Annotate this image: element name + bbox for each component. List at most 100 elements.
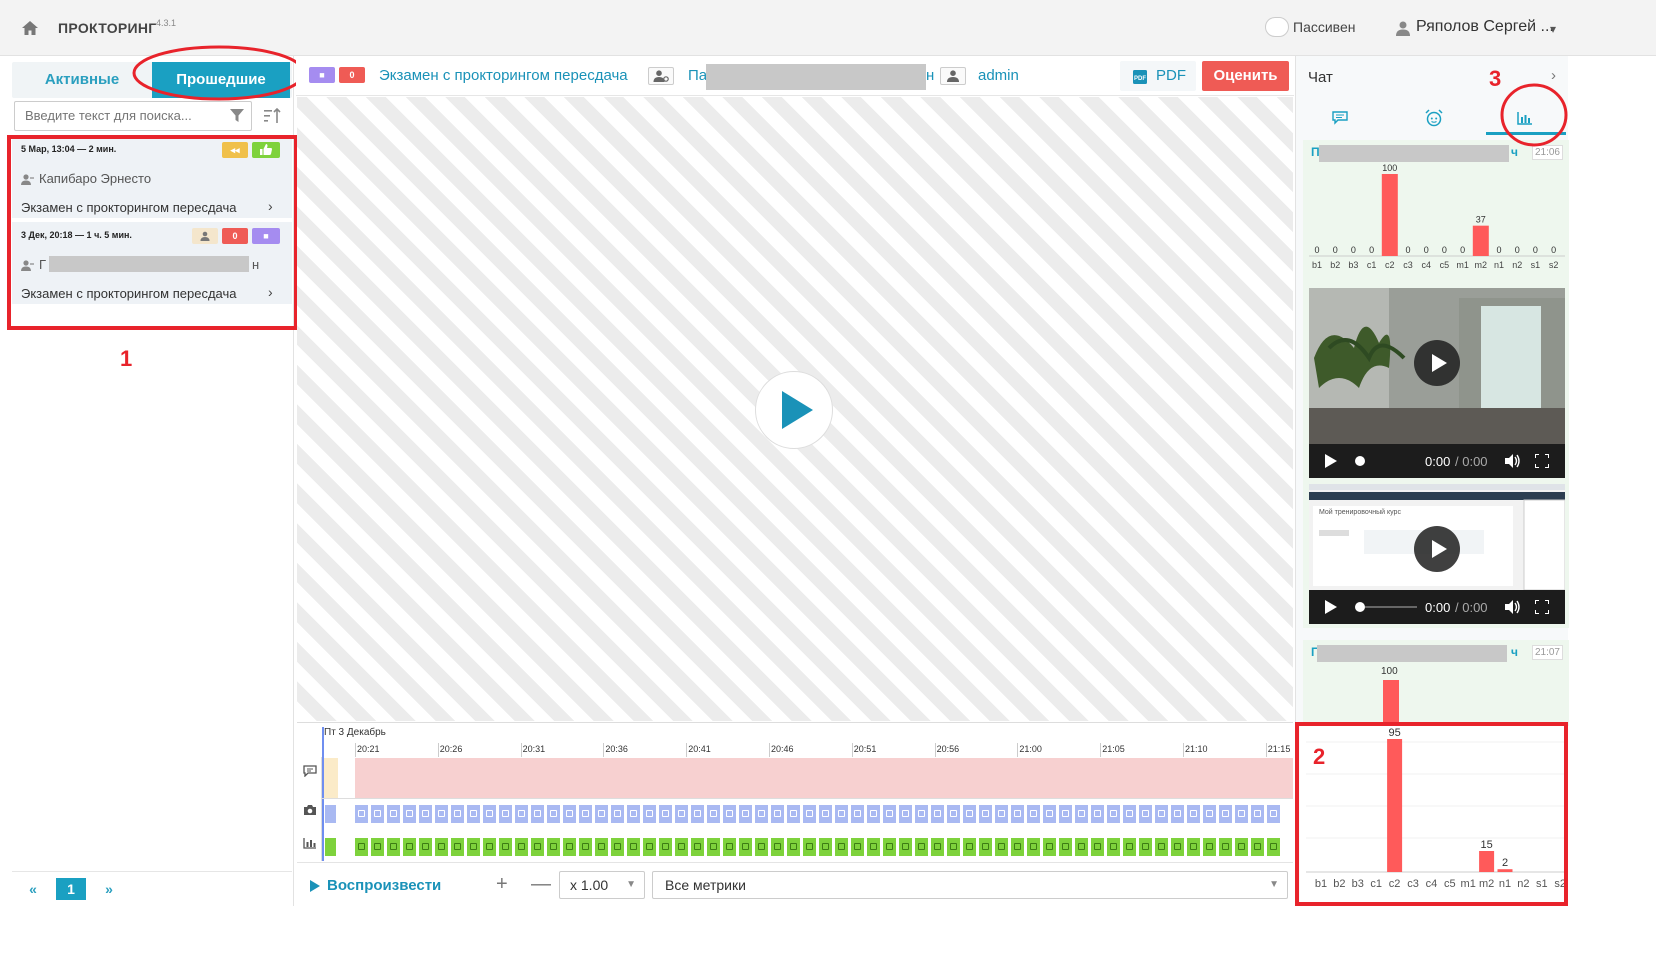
proctor-info-button[interactable] <box>940 67 966 85</box>
camera-snapshot-tile[interactable] <box>659 805 672 823</box>
camera-snapshot-tile[interactable] <box>787 805 800 823</box>
fullscreen-icon[interactable] <box>1535 454 1549 468</box>
search-input[interactable] <box>25 108 205 123</box>
metrics-tile[interactable] <box>1251 838 1264 856</box>
volume-icon[interactable] <box>1505 600 1521 614</box>
timeline[interactable]: Пт 3 Декабрь 20:21 20:26 20:31 20:36 20:41 20… <box>297 722 1293 861</box>
camera-snapshot-tile[interactable] <box>1267 805 1280 823</box>
rate-button[interactable]: Оценить <box>1202 61 1289 91</box>
camera-snapshot-tile[interactable] <box>899 805 912 823</box>
webcam-play-button[interactable] <box>1414 340 1460 386</box>
play-button-label[interactable]: Воспроизвести <box>327 877 441 894</box>
metrics-tile[interactable] <box>1171 838 1184 856</box>
metrics-tile[interactable] <box>1027 838 1040 856</box>
camera-snapshot-tile[interactable] <box>403 805 416 823</box>
camera-snapshot-tile[interactable] <box>387 805 400 823</box>
status-toggle[interactable] <box>1265 17 1289 37</box>
metrics-tile[interactable] <box>1107 838 1120 856</box>
metrics-tile[interactable] <box>931 838 944 856</box>
metrics-tile[interactable] <box>883 838 896 856</box>
camera-snapshot-tile[interactable] <box>915 805 928 823</box>
play-icon[interactable] <box>310 880 320 892</box>
metrics-tile[interactable] <box>419 838 432 856</box>
metrics-tile[interactable] <box>1075 838 1088 856</box>
webcam-video[interactable]: 0:00 / 0:00 <box>1309 288 1565 478</box>
camera-snapshot-tile[interactable] <box>451 805 464 823</box>
camera-snapshot-tile[interactable] <box>611 805 624 823</box>
page-current[interactable]: 1 <box>56 878 86 900</box>
metrics-tile[interactable] <box>1059 838 1072 856</box>
metrics-tile[interactable] <box>563 838 576 856</box>
camera-snapshot-tile[interactable] <box>547 805 560 823</box>
metrics-tile[interactable] <box>675 838 688 856</box>
metrics-tile[interactable] <box>899 838 912 856</box>
metrics-tile[interactable] <box>947 838 960 856</box>
camera-snapshot-tile[interactable] <box>325 805 336 823</box>
seek-bar[interactable] <box>1365 606 1417 608</box>
metrics-tile[interactable] <box>803 838 816 856</box>
camera-snapshot-tile[interactable] <box>1091 805 1104 823</box>
camera-snapshot-tile[interactable] <box>819 805 832 823</box>
screen-video[interactable]: Мой тренировочный курс 0:00 / 0:00 <box>1309 484 1566 624</box>
home-icon[interactable] <box>20 18 40 38</box>
metrics-tile[interactable] <box>483 838 496 856</box>
search-field[interactable] <box>14 101 252 131</box>
metrics-tile[interactable] <box>579 838 592 856</box>
proctor-name[interactable]: admin <box>978 67 1019 84</box>
timeline-chat-track[interactable] <box>355 758 1293 798</box>
page-first-button[interactable]: « <box>18 878 48 900</box>
student-info-button[interactable] <box>648 67 674 85</box>
camera-snapshot-tile[interactable] <box>1187 805 1200 823</box>
camera-snapshot-tile[interactable] <box>755 805 768 823</box>
camera-snapshot-tile[interactable] <box>835 805 848 823</box>
camera-snapshot-tile[interactable] <box>995 805 1008 823</box>
metrics-tile[interactable] <box>451 838 464 856</box>
metrics-tile[interactable] <box>835 838 848 856</box>
metrics-tile[interactable] <box>403 838 416 856</box>
exam-title-link[interactable]: Экзамен с прокторингом пересдача <box>379 67 628 84</box>
metrics-tile[interactable] <box>643 838 656 856</box>
metrics-tile[interactable] <box>1139 838 1152 856</box>
camera-snapshot-tile[interactable] <box>963 805 976 823</box>
metrics-tile[interactable] <box>547 838 560 856</box>
student-name-link[interactable]: Па <box>688 67 707 84</box>
metrics-tile[interactable] <box>1011 838 1024 856</box>
camera-snapshot-tile[interactable] <box>979 805 992 823</box>
camera-snapshot-tile[interactable] <box>771 805 784 823</box>
camera-snapshot-tile[interactable] <box>1155 805 1168 823</box>
camera-snapshot-tile[interactable] <box>851 805 864 823</box>
camera-snapshot-tile[interactable] <box>627 805 640 823</box>
metrics-tile[interactable] <box>371 838 384 856</box>
page-next-button[interactable]: » <box>94 878 124 900</box>
metrics-tile[interactable] <box>723 838 736 856</box>
metrics-tile[interactable] <box>1043 838 1056 856</box>
play-button[interactable] <box>755 371 833 449</box>
camera-snapshot-tile[interactable] <box>691 805 704 823</box>
chevron-down-icon[interactable]: ▾ <box>1550 22 1556 36</box>
metrics-tile[interactable] <box>755 838 768 856</box>
metrics-tile[interactable] <box>963 838 976 856</box>
seek-handle[interactable] <box>1355 602 1365 612</box>
camera-snapshot-tile[interactable] <box>595 805 608 823</box>
tab-alarms[interactable] <box>1391 100 1477 136</box>
metrics-tile[interactable] <box>515 838 528 856</box>
metrics-tile[interactable] <box>995 838 1008 856</box>
user-menu[interactable]: Ряполов Сергей ... <box>1416 18 1554 36</box>
speed-select[interactable]: x 1.00 ▼ <box>559 871 645 899</box>
metrics-tile[interactable] <box>1091 838 1104 856</box>
camera-snapshot-tile[interactable] <box>355 805 368 823</box>
camera-snapshot-tile[interactable] <box>883 805 896 823</box>
camera-snapshot-tile[interactable] <box>1043 805 1056 823</box>
camera-snapshot-tile[interactable] <box>707 805 720 823</box>
camera-snapshot-tile[interactable] <box>1139 805 1152 823</box>
metrics-tile[interactable] <box>707 838 720 856</box>
screen-play-button[interactable] <box>1414 526 1460 572</box>
metrics-tile[interactable] <box>691 838 704 856</box>
camera-snapshot-tile[interactable] <box>1027 805 1040 823</box>
metrics-tile[interactable] <box>1267 838 1280 856</box>
metrics-tile[interactable] <box>499 838 512 856</box>
metrics-tile[interactable] <box>915 838 928 856</box>
camera-snapshot-tile[interactable] <box>867 805 880 823</box>
metrics-tile[interactable] <box>325 838 336 856</box>
metrics-tile[interactable] <box>1235 838 1248 856</box>
